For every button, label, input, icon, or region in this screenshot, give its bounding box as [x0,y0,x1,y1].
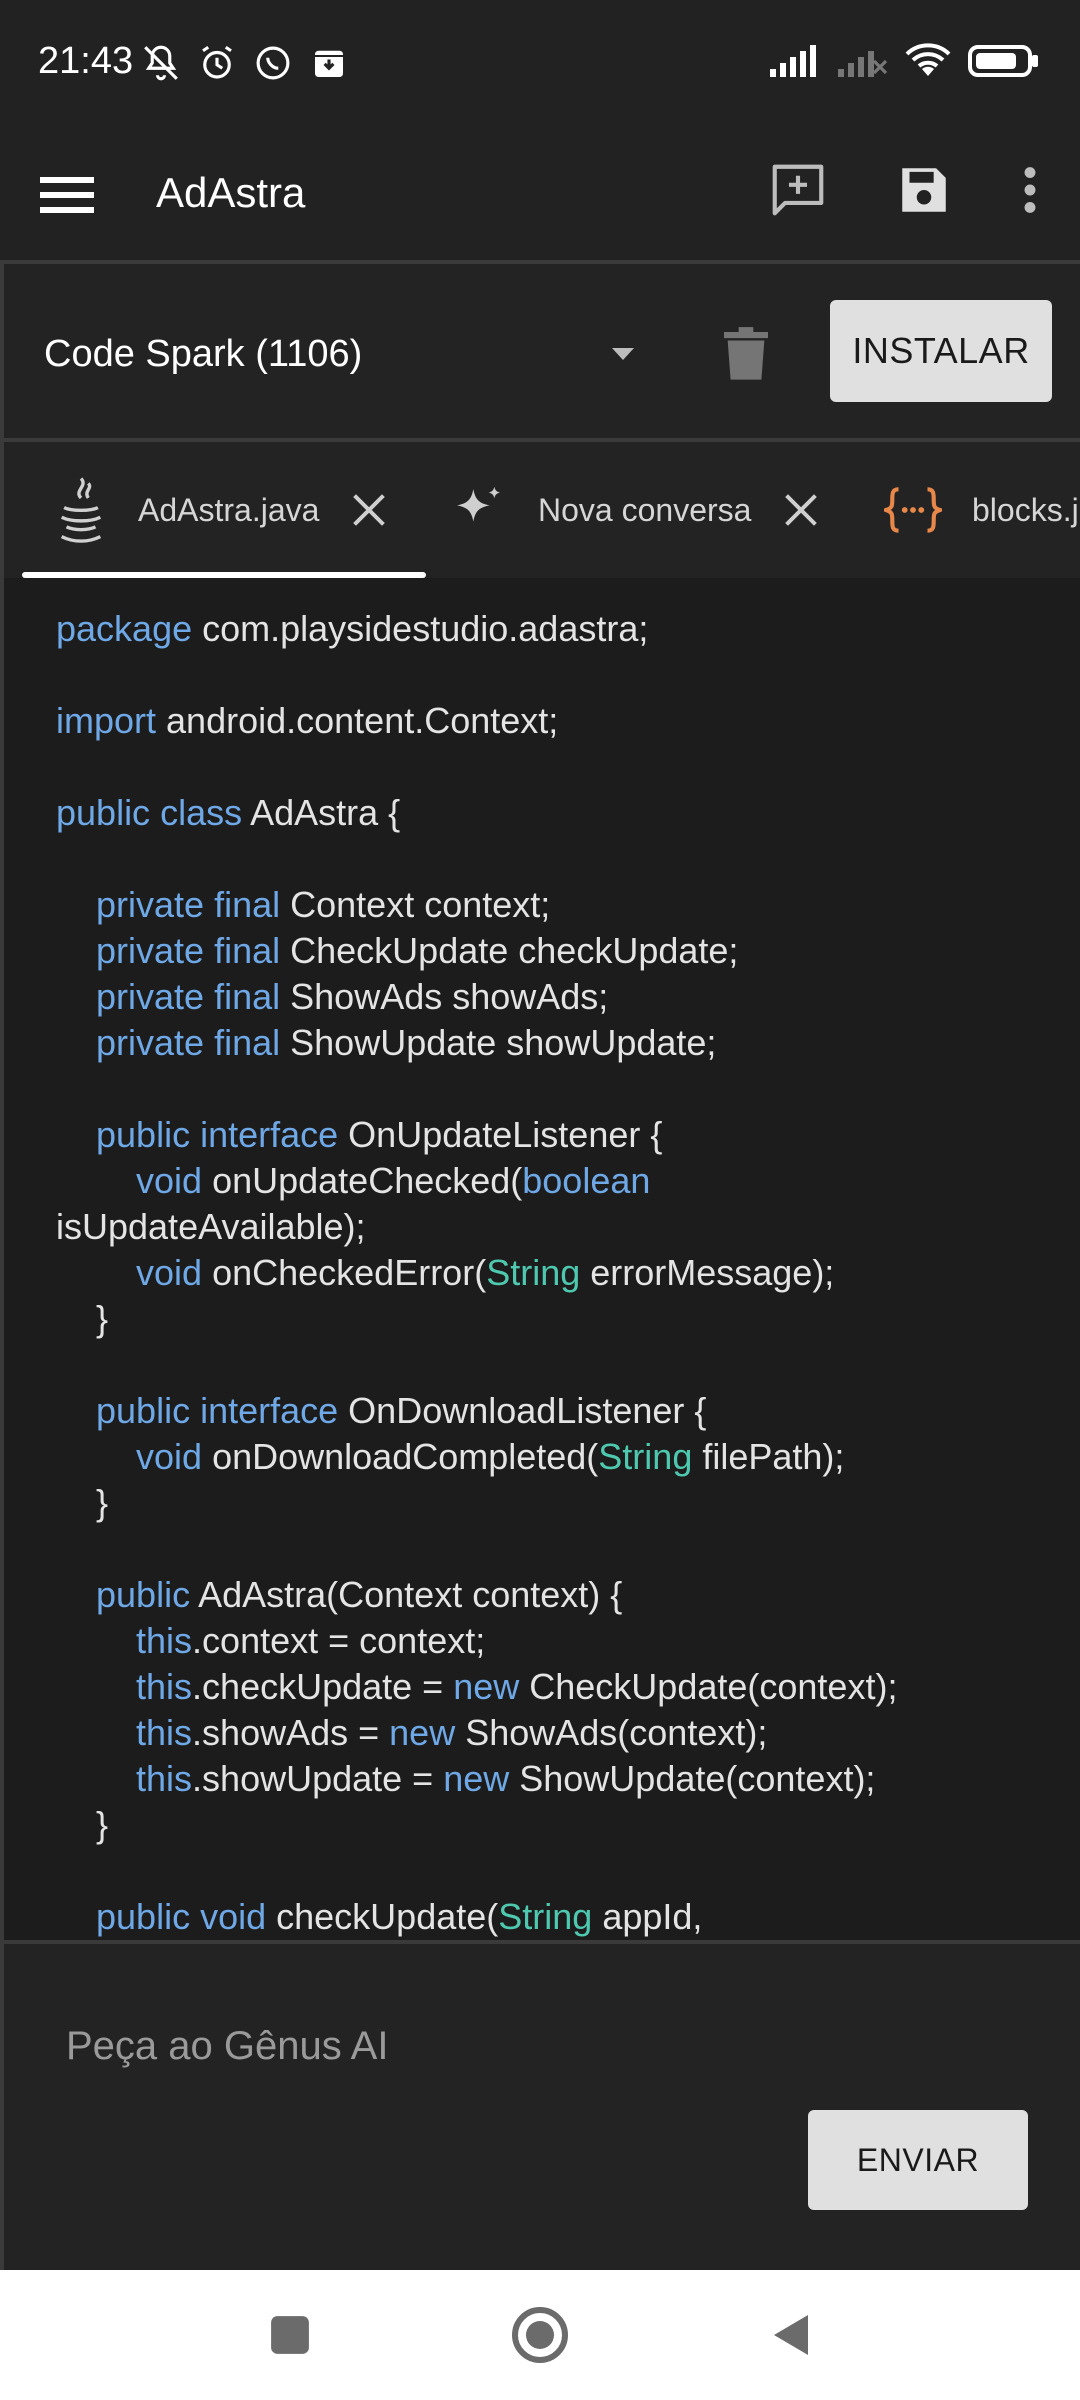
code-line: } [56,1482,109,1523]
trash-icon [724,327,768,380]
close-icon[interactable] [783,492,819,528]
app-title: AdAstra [156,169,306,216]
code-line: package com.playsidestudio.adastra; [56,608,649,649]
muted-bell-icon [140,42,182,84]
new-chat-button[interactable] [758,150,838,230]
recents-square-icon [271,2316,309,2354]
code-line: this.showAds = new ShowAds(context); [136,1712,768,1753]
recents-button[interactable] [250,2305,330,2365]
delete-button[interactable] [716,314,776,394]
code-line: void onDownloadCompleted(String filePath… [136,1436,845,1477]
tab-blocks-json[interactable]: blocks.j [884,442,1079,578]
code-line: } [56,1298,109,1339]
code-line: public class AdAstra { [56,792,401,833]
whatsapp-icon [252,42,294,84]
close-icon[interactable] [351,492,387,528]
archive-notification-icon [308,42,350,84]
add-comment-icon [772,164,824,216]
menu-button[interactable] [40,162,120,228]
signal-icon [768,43,820,79]
tab-nova-conversa[interactable]: Nova conversa [450,442,819,578]
tab-label: blocks.j [972,491,1079,528]
save-icon [902,168,946,212]
code-line: void onUpdateChecked(boolean [136,1160,651,1201]
code-line: private final CheckUpdate checkUpdate; [96,930,739,971]
status-notification-icons [140,42,350,84]
save-button[interactable] [884,150,964,230]
code-line: void onCheckedError(String errorMessage)… [136,1252,835,1293]
send-button[interactable]: ENVIAR [808,2110,1028,2210]
project-dropdown[interactable]: Code Spark (1106) [44,314,644,394]
app-bar-actions [758,150,1050,230]
back-button[interactable] [750,2305,830,2365]
install-button[interactable]: INSTALAR [830,300,1052,402]
editor-tabs: AdAstra.java Nova conversa blocks.j [0,442,1080,578]
alarm-icon [196,42,238,84]
java-icon [60,477,102,543]
code-line: private final ShowUpdate showUpdate; [96,1022,717,1063]
status-bar: 21:43 [0,0,1080,130]
code-line: public void checkUpdate(String appId, [96,1896,703,1937]
hamburger-menu-icon [40,177,94,213]
code-editor[interactable]: package com.playsidestudio.adastra; impo… [0,578,1080,1940]
code-line: this.checkUpdate = new CheckUpdate(conte… [136,1666,898,1707]
project-toolbar: Code Spark (1106) INSTALAR [0,264,1080,438]
ai-prompt-input[interactable] [66,2006,966,2086]
code-line: this.context = context; [136,1620,486,1661]
code-line: private final Context context; [96,884,551,925]
json-braces-icon [884,487,942,533]
tab-label: Nova conversa [538,491,752,528]
tab-label: AdAstra.java [138,491,320,528]
code-line: } [56,1804,109,1845]
ai-chat-panel: ENVIAR [0,1944,1080,2270]
home-circle-icon [512,2307,568,2363]
code-line: public AdAstra(Context context) { [96,1574,623,1615]
more-vert-icon [1024,167,1036,213]
system-navigation-bar [0,2270,1080,2400]
wifi-icon [904,42,952,80]
tab-adastra-java[interactable]: AdAstra.java [52,442,387,578]
back-triangle-icon [774,2315,808,2355]
signal-off-icon [836,43,888,79]
dropdown-arrow-icon [612,348,634,360]
code-line: public interface OnUpdateListener { [96,1114,663,1155]
app-bar: AdAstra [0,130,1080,260]
project-name: Code Spark (1106) [44,332,363,375]
status-system-icons [768,42,1040,80]
code-line: private final ShowAds showAds; [96,976,609,1017]
code-content[interactable]: package com.playsidestudio.adastra; impo… [56,606,897,1940]
battery-icon [968,43,1040,79]
code-line: isUpdateAvailable); [56,1206,366,1247]
code-line: this.showUpdate = new ShowUpdate(context… [136,1758,876,1799]
sparkle-icon [457,486,501,522]
code-line: public interface OnDownloadListener { [96,1390,707,1431]
more-options-button[interactable] [1010,150,1050,230]
home-button[interactable] [500,2305,580,2365]
status-time: 21:43 [38,40,134,82]
code-line: import android.content.Context; [56,700,559,741]
